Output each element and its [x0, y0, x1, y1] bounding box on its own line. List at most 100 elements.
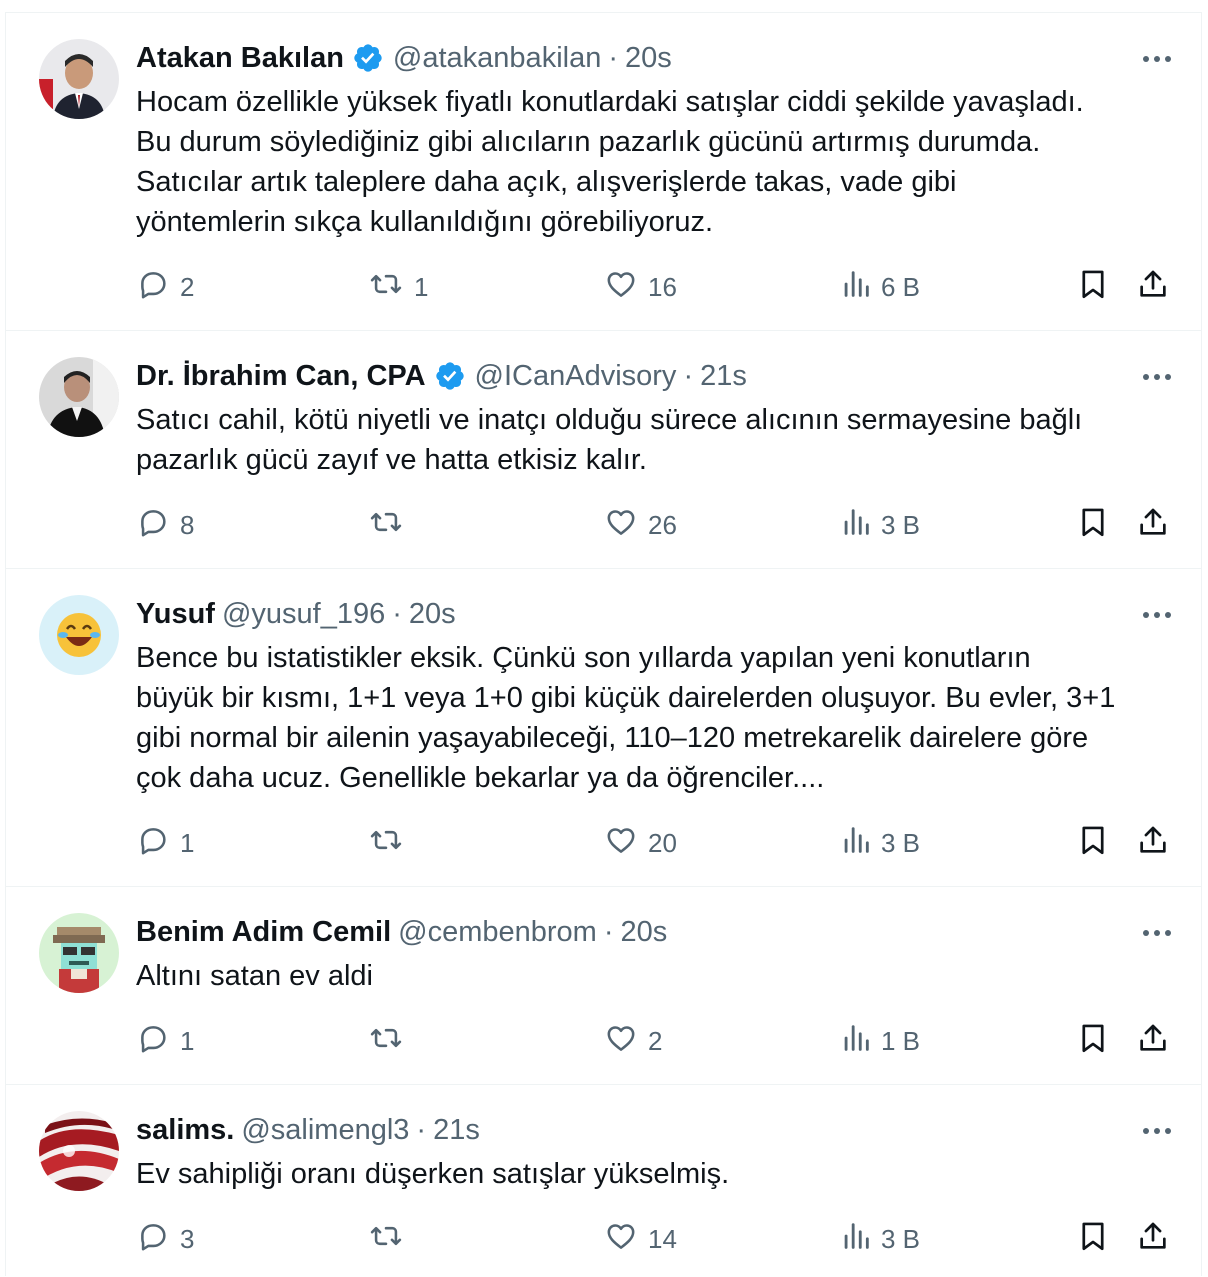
- share-button[interactable]: [1136, 1021, 1170, 1061]
- action-bar: 1 20 3 B: [136, 823, 1176, 863]
- reply-button[interactable]: 8: [136, 505, 194, 545]
- repost-button[interactable]: [368, 505, 414, 545]
- tweet-text: Ev sahipliği oranı düşerken satışlar yük…: [136, 1158, 730, 1190]
- repost-arrows-icon: [368, 505, 404, 546]
- bookmark-button[interactable]: [1076, 267, 1110, 307]
- share-upload-icon: [1136, 1020, 1170, 1063]
- reply-count: 3: [180, 1223, 195, 1254]
- tweet-3[interactable]: Yusuf @yusuf_196 · 20s Bence bu istatist…: [6, 569, 1201, 887]
- tweet-header: Benim Adim Cemil @cembenbrom · 20s: [136, 914, 667, 950]
- reply-button[interactable]: 2: [136, 267, 194, 307]
- views-button[interactable]: 3 B: [841, 823, 920, 863]
- share-button[interactable]: [1136, 1219, 1170, 1259]
- views-count: 6 B: [881, 271, 921, 302]
- reply-count: 1: [180, 1025, 195, 1056]
- verified-badge-icon: [434, 360, 466, 392]
- reply-count: 1: [180, 827, 195, 858]
- separator: ·: [392, 597, 402, 630]
- display-name[interactable]: Atakan Bakılan: [136, 42, 344, 75]
- more-dots-icon[interactable]: [1139, 915, 1175, 951]
- tweet-2[interactable]: Dr. İbrahim Can, CPA @ICanAdvisory · 21s…: [6, 331, 1201, 569]
- views-bars-icon: [841, 505, 871, 546]
- views-bars-icon: [841, 823, 871, 864]
- bookmark-icon: [1076, 822, 1110, 865]
- timestamp[interactable]: 20s: [409, 598, 456, 631]
- avatar[interactable]: [39, 39, 119, 119]
- user-handle[interactable]: @ICanAdvisory: [475, 360, 677, 393]
- heart-icon: [604, 505, 638, 546]
- repost-arrows-icon: [368, 1219, 404, 1260]
- display-name[interactable]: Dr. İbrahim Can, CPA: [136, 360, 426, 393]
- tweet-text: Hocam özellikle yüksek fiyatlı konutlard…: [136, 86, 1084, 238]
- avatar[interactable]: [39, 1111, 119, 1191]
- separator: ·: [416, 1113, 427, 1146]
- reply-count: 8: [180, 509, 195, 540]
- reply-button[interactable]: 1: [136, 823, 194, 863]
- tweet-text: Satıcı cahil, kötü niyetli ve inatçı old…: [136, 404, 1083, 476]
- like-button[interactable]: 16: [604, 267, 677, 307]
- bookmark-button[interactable]: [1076, 1021, 1110, 1061]
- timestamp[interactable]: 20s: [621, 916, 668, 949]
- display-name[interactable]: Yusuf: [136, 598, 215, 631]
- action-bar: 2 1 16 6 B: [136, 267, 1176, 307]
- views-count: 3 B: [881, 1223, 921, 1254]
- avatar[interactable]: [39, 595, 119, 675]
- more-dots-icon[interactable]: [1139, 41, 1175, 77]
- user-handle[interactable]: @salimengl3: [241, 1114, 409, 1147]
- reply-button[interactable]: 1: [136, 1021, 194, 1061]
- timestamp[interactable]: 21s: [700, 360, 747, 393]
- avatar[interactable]: [39, 357, 119, 437]
- like-button[interactable]: 2: [604, 1021, 662, 1061]
- share-upload-icon: [1136, 504, 1170, 547]
- action-bar: 3 14 3 B: [136, 1219, 1176, 1259]
- share-upload-icon: [1136, 1218, 1170, 1261]
- display-name[interactable]: Benim Adim Cemil: [136, 916, 391, 949]
- more-dots-icon[interactable]: [1139, 359, 1175, 395]
- more-dots-icon[interactable]: [1139, 597, 1175, 633]
- repost-button[interactable]: [368, 1219, 414, 1259]
- like-button[interactable]: 14: [604, 1219, 677, 1259]
- reply-bubble-icon: [136, 1021, 170, 1062]
- like-count: 14: [648, 1223, 677, 1254]
- bookmark-button[interactable]: [1076, 505, 1110, 545]
- like-count: 16: [648, 271, 677, 302]
- tweet-1[interactable]: Atakan Bakılan @atakanbakilan · 20s Hoca…: [6, 13, 1201, 331]
- repost-arrows-icon: [368, 267, 404, 308]
- timestamp[interactable]: 21s: [433, 1114, 480, 1147]
- reply-bubble-icon: [136, 1219, 170, 1260]
- share-upload-icon: [1136, 822, 1170, 865]
- user-handle[interactable]: @yusuf_196: [222, 598, 385, 631]
- user-handle[interactable]: @cembenbrom: [398, 916, 597, 949]
- views-button[interactable]: 3 B: [841, 505, 920, 545]
- share-button[interactable]: [1136, 267, 1170, 307]
- repost-arrows-icon: [368, 823, 404, 864]
- like-button[interactable]: 20: [604, 823, 677, 863]
- reply-button[interactable]: 3: [136, 1219, 194, 1259]
- repost-button[interactable]: [368, 1021, 414, 1061]
- timestamp[interactable]: 20s: [625, 42, 672, 75]
- display-name[interactable]: salims.: [136, 1114, 234, 1147]
- repost-button[interactable]: 1: [368, 267, 428, 307]
- reply-bubble-icon: [136, 823, 170, 864]
- views-count: 3 B: [881, 827, 921, 858]
- views-button[interactable]: 3 B: [841, 1219, 920, 1259]
- views-bars-icon: [841, 267, 871, 308]
- bookmark-button[interactable]: [1076, 1219, 1110, 1259]
- user-handle[interactable]: @atakanbakilan: [393, 42, 601, 75]
- tweet-4[interactable]: Benim Adim Cemil @cembenbrom · 20s Altın…: [6, 887, 1201, 1085]
- tweet-text: Bence bu istatistikler eksik. Çünkü son …: [136, 642, 1116, 794]
- avatar[interactable]: [39, 913, 119, 993]
- tweet-header: salims. @salimengl3 · 21s: [136, 1112, 480, 1148]
- heart-icon: [604, 1021, 638, 1062]
- share-button[interactable]: [1136, 505, 1170, 545]
- repost-button[interactable]: [368, 823, 414, 863]
- tweet-5[interactable]: salims. @salimengl3 · 21s Ev sahipliği o…: [6, 1085, 1201, 1277]
- views-button[interactable]: 1 B: [841, 1021, 920, 1061]
- views-button[interactable]: 6 B: [841, 267, 920, 307]
- more-dots-icon[interactable]: [1139, 1113, 1175, 1149]
- share-button[interactable]: [1136, 823, 1170, 863]
- bookmark-button[interactable]: [1076, 823, 1110, 863]
- like-button[interactable]: 26: [604, 505, 677, 545]
- bookmark-icon: [1076, 504, 1110, 547]
- reply-timeline: Atakan Bakılan @atakanbakilan · 20s Hoca…: [5, 12, 1202, 1276]
